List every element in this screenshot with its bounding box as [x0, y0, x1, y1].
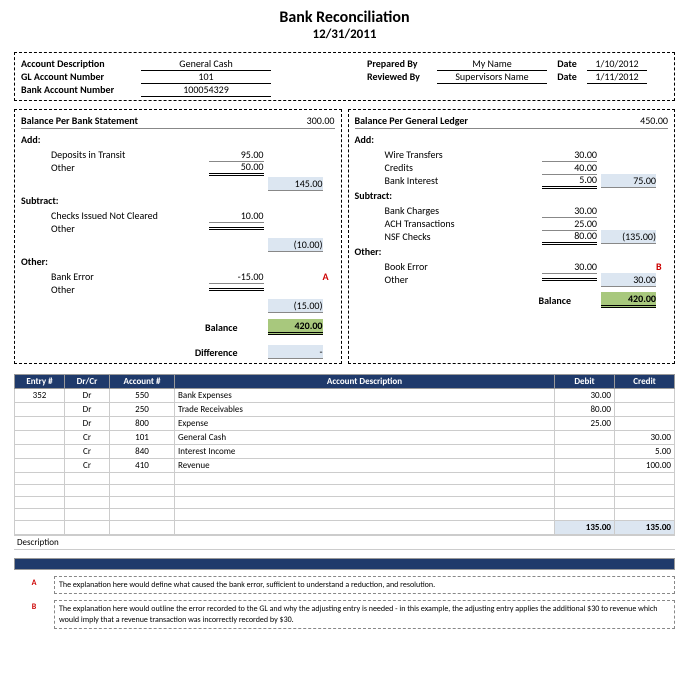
gl-num-value: 101 [141, 70, 271, 84]
bank-balance: 420.00 [268, 319, 323, 335]
bank-num-value: 100054329 [141, 83, 271, 97]
table-row: Cr410Revenue100.00 [15, 459, 675, 473]
ledger-opening: 450.00 [640, 114, 668, 127]
difference-label: Difference [195, 346, 238, 359]
line-value: 30.00 [542, 260, 597, 274]
line-label: Other [51, 283, 209, 296]
ledger-other-label: Other: [355, 245, 669, 258]
table-row: Dr250Trade Receivables80.00 [15, 403, 675, 417]
difference-value: - [268, 345, 323, 359]
page-date: 12/31/2011 [14, 27, 675, 42]
note-a-tag: A [14, 576, 54, 588]
prep-date-value: 1/10/2012 [587, 57, 647, 71]
ledger-add-subtotal: 75.00 [601, 174, 656, 188]
note-b-tag: B [14, 600, 54, 612]
th-drcr: Dr/Cr [65, 375, 110, 389]
ledger-sub-label: Subtract: [355, 189, 669, 202]
line-label: ACH Transactions [385, 217, 543, 230]
table-row: Cr101General Cash30.00 [15, 431, 675, 445]
prep-date-label: Date [547, 57, 587, 70]
acct-desc-label: Account Description [21, 57, 141, 70]
th-debit: Debit [555, 375, 615, 389]
table-row: 352Dr550Bank Expenses30.00 [15, 389, 675, 403]
bank-opening: 300.00 [307, 114, 335, 127]
line-label: Bank Error [51, 270, 209, 283]
note-b-text: The explanation here would outline the e… [54, 600, 675, 629]
line-label: Other [385, 273, 543, 286]
line-value: 30.00 [542, 148, 597, 162]
bank-num-label: Bank Account Number [21, 83, 141, 96]
rev-value: Supervisors Name [437, 70, 547, 84]
line-value [209, 288, 264, 291]
rev-label: Reviewed By [367, 70, 437, 83]
ledger-add-label: Add: [355, 133, 669, 146]
ledger-column: Balance Per General Ledger 450.00 Add: Wi… [348, 109, 676, 364]
line-label: Deposits in Transit [51, 148, 209, 161]
line-value: 5.00 [542, 173, 597, 189]
page-title: Bank Reconciliation [14, 8, 675, 27]
line-value: 50.00 [209, 160, 264, 176]
bank-column: Balance Per Bank Statement 300.00 Add: De… [14, 109, 342, 364]
ledger-other-subtotal: 30.00 [601, 273, 656, 287]
line-label: Bank Interest [385, 174, 543, 187]
description-label: Description [14, 535, 675, 550]
bank-other-label: Other: [21, 255, 335, 268]
line-label: Other [51, 222, 209, 235]
line-value: 80.00 [542, 229, 597, 245]
notes-header [14, 558, 675, 570]
note-a-text: The explanation here would define what c… [54, 576, 675, 594]
line-label: Book Error [385, 260, 543, 273]
note-tag-a: A [323, 270, 335, 283]
acct-desc-value: General Cash [141, 57, 271, 71]
bank-sub-subtotal: (10.00) [268, 238, 323, 252]
rev-date-value: 1/11/2012 [587, 70, 647, 84]
bank-sub-label: Subtract: [21, 194, 335, 207]
bank-add-label: Add: [21, 133, 335, 146]
ledger-sub-subtotal: (135.00) [601, 230, 656, 244]
line-value: -15.00 [209, 270, 264, 284]
bank-title: Balance Per Bank Statement [21, 114, 138, 127]
line-value: 30.00 [542, 204, 597, 218]
line-value [209, 227, 264, 230]
line-value [542, 278, 597, 281]
bank-other-subtotal: (15.00) [268, 299, 323, 313]
th-desc: Account Description [175, 375, 555, 389]
table-row: Cr840Interest Income5.00 [15, 445, 675, 459]
th-acct: Account # [110, 375, 175, 389]
note-tag-b: B [656, 260, 668, 273]
balance-label: Balance [205, 321, 238, 334]
line-value: 10.00 [209, 209, 264, 223]
entries-table: Entry # Dr/Cr Account # Account Descript… [14, 374, 675, 535]
line-label: Credits [385, 161, 543, 174]
total-credit: 135.00 [615, 521, 675, 535]
gl-num-label: GL Account Number [21, 70, 141, 83]
line-label: Other [51, 161, 209, 174]
ledger-title: Balance Per General Ledger [355, 114, 468, 127]
prep-value: My Name [437, 57, 547, 71]
line-label: Bank Charges [385, 204, 543, 217]
total-debit: 135.00 [555, 521, 615, 535]
th-entry: Entry # [15, 375, 65, 389]
prep-label: Prepared By [367, 57, 437, 70]
balance-label: Balance [538, 294, 571, 307]
line-label: Checks Issued Not Cleared [51, 209, 209, 222]
line-label: NSF Checks [385, 230, 543, 243]
th-credit: Credit [615, 375, 675, 389]
line-label: Wire Transfers [385, 148, 543, 161]
rev-date-label: Date [547, 70, 587, 83]
table-row: Dr800Expense25.00 [15, 417, 675, 431]
ledger-balance: 420.00 [601, 292, 656, 308]
bank-add-subtotal: 145.00 [268, 177, 323, 191]
